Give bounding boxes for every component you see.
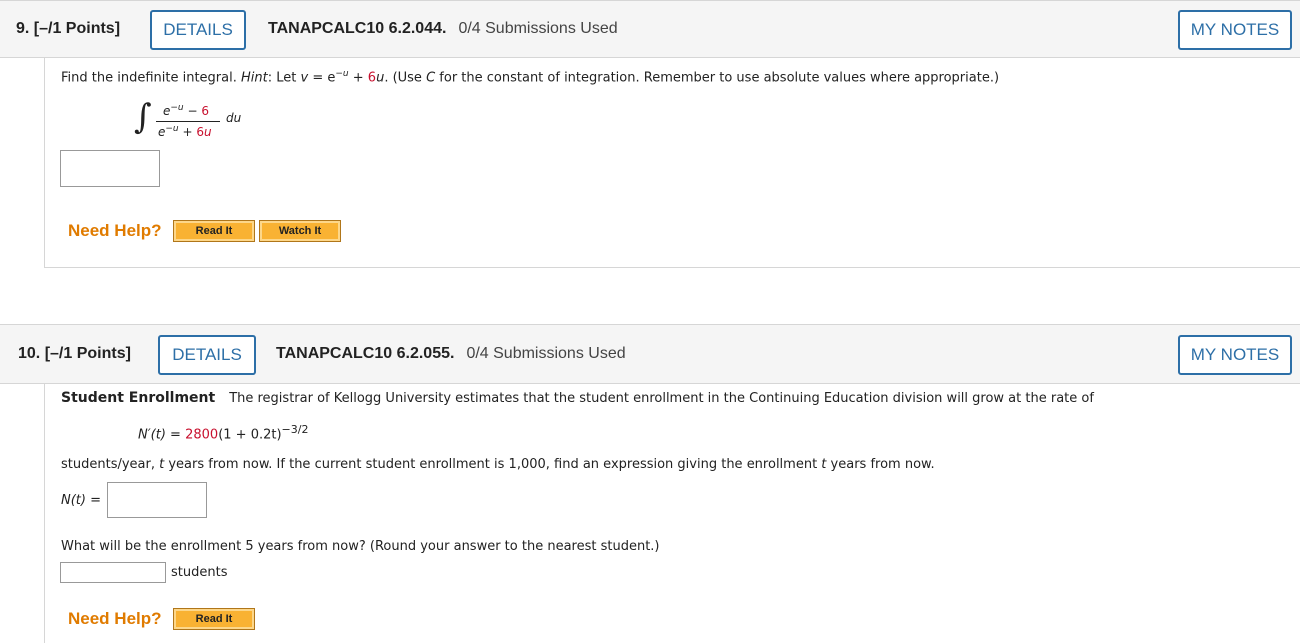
my-notes-button[interactable]: MY NOTES — [1178, 10, 1292, 50]
exponent: −u — [170, 103, 184, 113]
question-10-number: 10. [–/1 Points] — [18, 345, 131, 362]
question-10-header: 10. [–/1 Points] DETAILS TANAPCALC10 6.2… — [0, 324, 1300, 384]
denominator: e−u + 6u — [158, 124, 212, 139]
read-it-button[interactable]: Read It — [173, 608, 255, 630]
exponent: −u — [165, 124, 179, 134]
submissions-used: 0/4 Submissions Used — [458, 20, 618, 37]
question-10-line2: students/year, t years from now. If the … — [61, 457, 935, 472]
rate-expression: (1 + 0.2t) — [218, 427, 282, 443]
prompt-text: + — [348, 70, 368, 86]
intro-text: The registrar of Kellogg University esti… — [229, 391, 1094, 406]
prompt-text: = e — [308, 70, 336, 86]
question-code: TANAPCALC10 6.2.055. — [276, 345, 455, 362]
fraction-bar — [156, 121, 220, 122]
exponent: −u — [335, 69, 349, 79]
prompt-text: Find the indefinite integral. — [61, 70, 241, 86]
exponent: −3/2 — [281, 423, 309, 436]
random-value: 6 — [367, 70, 377, 86]
var-c: C — [426, 70, 436, 86]
submissions-used: 0/4 Submissions Used — [466, 345, 626, 362]
students-answer-input[interactable] — [60, 562, 166, 583]
problem-title: Student Enrollment — [61, 390, 216, 406]
body-text: years from now. If the current student e… — [164, 457, 822, 472]
question-9-prompt: Find the indefinite integral. Hint: Let … — [61, 69, 999, 85]
operator: − — [183, 104, 202, 118]
nt-label: N(t) = — [61, 493, 101, 508]
prompt-text: . (Use — [384, 70, 427, 86]
operator: + — [178, 125, 197, 139]
random-value: 6 — [196, 125, 204, 139]
question-9-number: 9. [–/1 Points] — [16, 20, 121, 37]
answer-input[interactable] — [60, 150, 160, 187]
prompt-text: for the constant of integration. Remembe… — [435, 70, 1000, 86]
my-notes-button[interactable]: MY NOTES — [1178, 335, 1292, 375]
question-10-intro: Student Enrollment The registrar of Kello… — [61, 390, 1094, 406]
var-u: u — [203, 125, 212, 139]
question-code: TANAPCALC10 6.2.044. — [268, 20, 447, 37]
students-unit: students — [171, 565, 228, 580]
rate-lhs: N′(t) — [138, 427, 166, 443]
prompt-text: : Let — [267, 70, 301, 86]
random-value: 2800 — [185, 427, 219, 443]
body-text: students/year, — [61, 457, 160, 472]
details-button[interactable]: DETAILS — [150, 10, 246, 50]
need-help-label: Need Help? — [68, 609, 162, 628]
hint-label: Hint — [241, 70, 268, 86]
operator: = — [165, 427, 186, 443]
question-10-code: TANAPCALC10 6.2.055. 0/4 Submissions Used — [276, 345, 626, 363]
details-button[interactable]: DETAILS — [158, 335, 256, 375]
nt-answer-input[interactable] — [107, 482, 207, 518]
differential: du — [226, 111, 242, 125]
random-value: 6 — [201, 104, 209, 118]
watch-it-button[interactable]: Watch It — [259, 220, 341, 242]
integral-sign-icon: ∫ — [134, 97, 152, 137]
numerator: e−u − 6 — [163, 103, 209, 118]
read-it-button[interactable]: Read It — [173, 220, 255, 242]
question-9-code: TANAPCALC10 6.2.044. 0/4 Submissions Used — [268, 20, 618, 38]
question-10-part2: What will be the enrollment 5 years from… — [61, 539, 660, 554]
need-help-label: Need Help? — [68, 221, 162, 240]
rate-equation: N′(t) = 2800(1 + 0.2t)−3/2 — [138, 423, 308, 442]
body-text: years from now. — [826, 457, 935, 472]
question-9-header: 9. [–/1 Points] DETAILS TANAPCALC10 6.2.… — [0, 0, 1300, 58]
